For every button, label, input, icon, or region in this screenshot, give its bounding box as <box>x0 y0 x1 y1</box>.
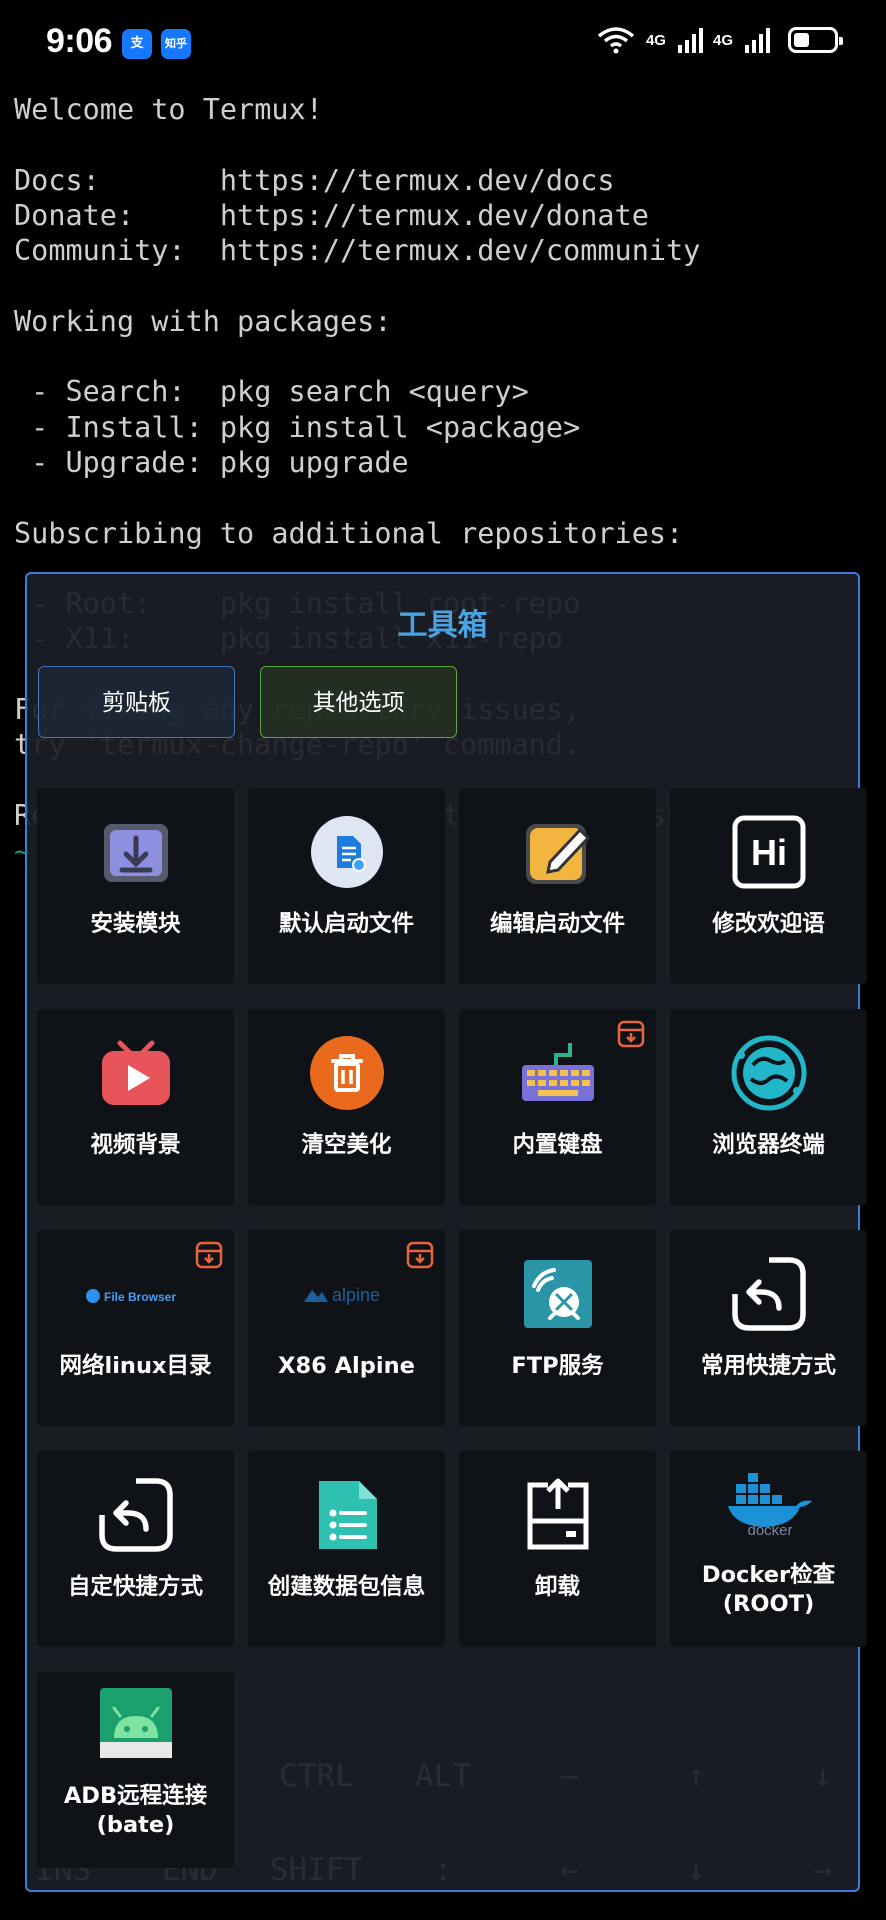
tile-label-line: (bate) <box>96 1812 175 1838</box>
tile-label: FTP服务 <box>511 1353 604 1379</box>
alpine-logo: alpine <box>304 1285 380 1305</box>
docker-logo: docker <box>728 1473 812 1537</box>
tool-tile-video-background[interactable]: 视频背景 <box>37 1009 234 1205</box>
document-list-icon <box>319 1481 377 1549</box>
terminal-line: - Upgrade: pkg upgrade <box>14 445 409 479</box>
tool-tile-default-startup-file[interactable]: 默认启动文件 <box>248 788 445 984</box>
tile-label-line: Docker检查 <box>701 1562 836 1588</box>
tile-label: 卸载 <box>534 1574 580 1600</box>
video-background-icon <box>102 1040 170 1105</box>
alipay-icon: 支 <box>122 29 152 59</box>
terminal-line: Donate: https://termux.dev/donate <box>14 198 649 232</box>
tile-label: ADB远程连接 (bate) <box>37 1782 234 1840</box>
signal-bars-1-icon <box>677 27 703 53</box>
download-badge-icon <box>406 1241 434 1269</box>
tool-tile-adb-remote[interactable]: ADB远程连接 (bate) <box>37 1672 234 1868</box>
tool-tile-modify-greeting[interactable]: Hi 修改欢迎语 <box>670 788 867 984</box>
tool-tile-custom-shortcuts[interactable]: 自定快捷方式 <box>37 1451 234 1647</box>
status-right: 4G 4G <box>596 26 843 54</box>
tile-label: 网络linux目录 <box>59 1353 212 1379</box>
uninstall-icon <box>527 1478 589 1550</box>
battery-icon <box>788 27 843 53</box>
other-options-button[interactable]: 其他选项 <box>260 666 457 738</box>
clipboard-button[interactable]: 剪贴板 <box>38 666 235 738</box>
signal-label-2: 4G <box>712 31 733 49</box>
toolbox-dialog: 工具箱 剪贴板 其他选项 安装模块 默认启动文件 编辑启动文件 Hi 修改欢迎语… <box>25 572 867 1892</box>
hi-icon: Hi <box>732 815 806 889</box>
globe-icon <box>731 1035 807 1111</box>
tool-tile-x86-alpine[interactable]: alpine X86 Alpine <box>248 1230 445 1426</box>
install-module-icon <box>104 824 168 882</box>
tool-tile-edit-startup-file[interactable]: 编辑启动文件 <box>459 788 656 984</box>
wifi-icon <box>597 27 635 54</box>
tile-label: 浏览器终端 <box>712 1132 825 1158</box>
tool-tile-network-linux-dir[interactable]: File Browser 网络linux目录 <box>37 1230 234 1426</box>
shortcut-icon <box>732 1257 806 1331</box>
trash-icon <box>310 1036 384 1110</box>
tool-tile-ftp-service[interactable]: FTP服务 <box>459 1230 656 1426</box>
terminal-line: Working with packages: <box>14 304 392 338</box>
terminal-line: Welcome to Termux! <box>14 93 323 126</box>
download-badge-icon <box>195 1241 223 1269</box>
signal-bars-2-icon <box>745 27 770 53</box>
tool-tile-create-package-info[interactable]: 创建数据包信息 <box>248 1451 445 1647</box>
tile-label: 视频背景 <box>90 1132 181 1158</box>
tool-tile-builtin-keyboard[interactable]: 内置键盘 <box>459 1009 656 1205</box>
signal-label-1: 4G <box>645 31 666 49</box>
tool-tile-clear-beautify[interactable]: 清空美化 <box>248 1009 445 1205</box>
tile-label: 默认启动文件 <box>278 911 414 937</box>
terminal-line: - Search: pkg search <query> <box>14 375 529 409</box>
ftp-icon <box>524 1260 592 1328</box>
tile-label: 修改欢迎语 <box>712 911 825 937</box>
tile-label: 内置键盘 <box>512 1132 603 1158</box>
tool-tile-docker-check[interactable]: docker Docker检查 (ROOT) <box>670 1451 867 1647</box>
dialog-title: 工具箱 <box>397 608 488 643</box>
zhihu-icon: 知乎 <box>161 29 191 59</box>
tool-tile-browser-terminal[interactable]: 浏览器终端 <box>670 1009 867 1205</box>
terminal-line: - Install: pkg install <package> <box>14 410 581 444</box>
terminal-line: Docs: https://termux.dev/docs <box>14 163 615 197</box>
alpine-logo-text: alpine <box>332 1285 380 1305</box>
svg-text:Hi: Hi <box>751 832 787 873</box>
tile-label: 编辑启动文件 <box>489 911 625 937</box>
tile-label: 创建数据包信息 <box>267 1574 426 1600</box>
tile-label: 安装模块 <box>90 911 181 937</box>
tile-label: 清空美化 <box>301 1132 392 1158</box>
tool-tile-common-shortcuts[interactable]: 常用快捷方式 <box>670 1230 867 1426</box>
edit-startup-file-icon <box>526 824 591 884</box>
file-browser-logo: File Browser <box>86 1289 176 1304</box>
docker-logo-text: docker <box>747 1522 792 1537</box>
battery-level <box>794 33 809 47</box>
android-icon <box>100 1688 172 1758</box>
tile-label: Docker检查 (ROOT) <box>670 1561 867 1619</box>
default-startup-file-icon <box>311 816 383 888</box>
tile-label-line: (ROOT) <box>722 1591 815 1617</box>
tool-tile-uninstall[interactable]: 卸载 <box>459 1451 656 1647</box>
status-time: 9:06 <box>46 22 113 60</box>
tile-label: 常用快捷方式 <box>700 1353 836 1379</box>
status-bar: 9:06 支 知乎 4G 4G <box>0 0 886 86</box>
download-badge-icon <box>617 1020 645 1048</box>
tile-label-line: ADB远程连接 <box>63 1783 208 1809</box>
custom-shortcut-icon <box>99 1478 173 1552</box>
terminal-line: Community: https://termux.dev/community <box>14 234 701 268</box>
tile-label: X86 Alpine <box>278 1353 415 1379</box>
tool-tile-install-module[interactable]: 安装模块 <box>37 788 234 984</box>
keyboard-icon <box>522 1043 594 1101</box>
tile-label: 自定快捷方式 <box>67 1574 203 1600</box>
terminal-line: Subscribing to additional repositories: <box>14 516 684 550</box>
file-browser-logo-text: File Browser <box>104 1290 176 1304</box>
